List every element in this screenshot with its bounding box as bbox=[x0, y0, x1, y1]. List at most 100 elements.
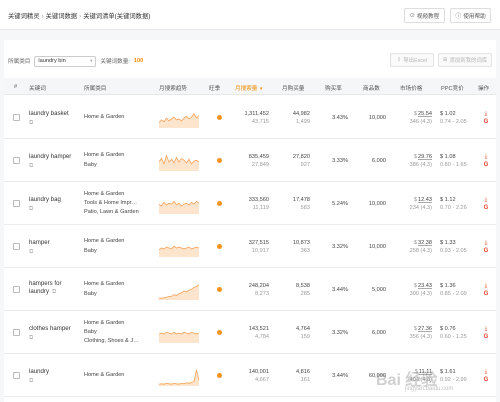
season-indicator bbox=[217, 201, 222, 206]
monthly-purchase-value: 8,538 285 bbox=[282, 282, 310, 298]
download-icon[interactable]: ⤓ bbox=[485, 240, 488, 246]
search-trend-sparkline bbox=[159, 245, 199, 257]
table-header: # 关键词 所属类目 月搜索趋势 旺季 月搜索量 ▼ 月购买量 购买率 商品数 … bbox=[4, 78, 496, 95]
market-price-main: $29.76 bbox=[404, 153, 432, 161]
download-icon[interactable]: ⤓ bbox=[485, 283, 488, 289]
market-price-value[interactable]: 12.43 bbox=[418, 197, 432, 203]
monthly-search-main: 1,311,452 bbox=[244, 110, 269, 117]
breadcrumb-item[interactable]: 关键词精灵 bbox=[8, 13, 39, 20]
video-tutorial-button[interactable]: ⊙ 视频教程 bbox=[404, 8, 445, 23]
search-trend-sparkline bbox=[159, 369, 199, 386]
breadcrumb-item: 关键词清单(关键词数据) bbox=[83, 13, 151, 20]
google-search-icon[interactable]: G bbox=[484, 334, 489, 340]
google-search-icon[interactable]: G bbox=[484, 205, 489, 211]
market-price-value[interactable]: 32.38 bbox=[418, 240, 432, 246]
market-price-value[interactable]: 29.76 bbox=[418, 154, 432, 160]
product-count-value: 6,000 bbox=[372, 329, 386, 336]
category-item: Home & Garden bbox=[84, 319, 125, 326]
breadcrumb-item[interactable]: 关键词数据 bbox=[46, 13, 77, 20]
external-link-icon[interactable]: ⧉ bbox=[29, 335, 33, 342]
ppc-range: 0.93 - 2.05 bbox=[440, 247, 467, 254]
row-checkbox[interactable] bbox=[13, 286, 20, 293]
market-price-value[interactable]: 27.36 bbox=[418, 326, 432, 332]
monthly-search-main: 835,459 bbox=[248, 153, 269, 160]
google-search-icon[interactable]: G bbox=[484, 119, 489, 125]
monthly-purchase-daily: 927 bbox=[300, 161, 310, 168]
filter-bar: 所属类目 laundry bin ▾ 关键词数量: 100 bbox=[8, 55, 143, 67]
category-list: Home & Garden Baby bbox=[84, 280, 124, 298]
col-products[interactable]: 商品数 bbox=[363, 84, 380, 92]
col-ppc[interactable]: PPC竞价 bbox=[441, 84, 464, 92]
google-search-icon[interactable]: G bbox=[484, 291, 489, 297]
row-checkbox[interactable] bbox=[13, 114, 20, 121]
add-to-library-label: 添加到我的词库 bbox=[449, 58, 488, 64]
col-monthly-search[interactable]: 月搜索量 ▼ bbox=[235, 84, 263, 92]
row-checkbox[interactable] bbox=[13, 157, 20, 164]
table-row: laundry hamper ⧉ Home & Garden Baby 835,459 2… bbox=[4, 139, 496, 182]
external-link-icon[interactable]: ⧉ bbox=[29, 249, 33, 256]
row-checkbox[interactable] bbox=[13, 200, 20, 207]
keyword-text: laundry bbox=[29, 367, 49, 375]
row-checkbox[interactable] bbox=[13, 372, 20, 379]
keyword-link[interactable]: laundry bag bbox=[29, 196, 61, 204]
row-actions: ⤓ G bbox=[482, 197, 490, 211]
download-icon[interactable]: ⤓ bbox=[485, 326, 488, 332]
category-item: Home & Garden bbox=[84, 190, 125, 197]
keyword-text: clothes hamper bbox=[29, 324, 71, 332]
external-link-icon[interactable]: ⧉ bbox=[29, 163, 33, 170]
review-count-rating: 234 (4.3) bbox=[409, 204, 432, 211]
purchase-rate-value: 3.44% bbox=[332, 286, 348, 293]
market-price-value[interactable]: 25.54 bbox=[418, 111, 432, 117]
keyword-link[interactable]: laundry hamper bbox=[29, 153, 71, 161]
external-link-icon[interactable]: ⧉ bbox=[29, 206, 33, 213]
market-price-main: $25.54 bbox=[404, 110, 432, 118]
keyword-panel: 所属类目 laundry bin ▾ 关键词数量: 100 ⇪ 导出Excel ⊞ 添加… bbox=[4, 40, 496, 402]
keyword-link[interactable]: laundry basket bbox=[29, 110, 69, 118]
market-price-value[interactable]: 23.43 bbox=[418, 283, 432, 289]
category-list: Home & Garden Baby Clothing, Shoes & J… bbox=[84, 319, 139, 347]
google-search-icon[interactable]: G bbox=[484, 377, 489, 383]
keyword-link[interactable]: hampers for laundry ⧉ bbox=[29, 280, 62, 296]
row-checkbox[interactable] bbox=[13, 329, 20, 336]
category-list: Home & Garden Tools & Home Impr… Patio, La… bbox=[84, 190, 139, 218]
purchase-rate-value: 3.43% bbox=[332, 114, 348, 121]
category-select[interactable]: laundry bin ▾ bbox=[34, 55, 97, 67]
export-icon: ⇪ bbox=[396, 57, 402, 63]
external-link-icon[interactable]: ⧉ bbox=[29, 378, 33, 385]
google-search-icon[interactable]: G bbox=[484, 162, 489, 168]
keyword-text: hamper bbox=[29, 238, 50, 246]
help-button[interactable]: ⓘ 使用帮助 bbox=[450, 8, 491, 23]
download-icon[interactable]: ⤓ bbox=[485, 369, 488, 375]
row-actions: ⤓ G bbox=[482, 240, 490, 254]
google-search-icon[interactable]: G bbox=[484, 248, 489, 254]
external-link-icon[interactable]: ⧉ bbox=[29, 120, 33, 127]
monthly-search-daily: 11,119 bbox=[252, 204, 269, 211]
download-icon[interactable]: ⤓ bbox=[485, 154, 488, 160]
keyword-link[interactable]: hamper bbox=[29, 239, 50, 247]
purchase-rate-value: 5.24% bbox=[332, 200, 348, 207]
monthly-search-daily: 4,784 bbox=[255, 333, 269, 340]
download-icon[interactable]: ⤓ bbox=[485, 111, 488, 117]
add-to-library-button[interactable]: ⊞ 添加到我的词库 bbox=[438, 53, 492, 67]
col-purchase-rate[interactable]: 购买率 bbox=[325, 84, 342, 92]
category-item: Baby bbox=[84, 161, 97, 168]
keyword-link[interactable]: laundry bbox=[29, 368, 49, 376]
col-monthly-purchase[interactable]: 月购买量 bbox=[282, 84, 304, 92]
ppc-range: 0.70 - 2.26 bbox=[440, 204, 467, 211]
monthly-search-value: 248,204 8,273 bbox=[236, 282, 269, 298]
market-price: $25.54 346 (4.3) bbox=[404, 110, 432, 126]
row-checkbox[interactable] bbox=[13, 243, 20, 250]
col-category: 所属类目 bbox=[84, 86, 107, 92]
col-market-price[interactable]: 市场价格 bbox=[400, 84, 422, 92]
download-icon[interactable]: ⤓ bbox=[485, 197, 488, 203]
market-price-main: $23.43 bbox=[404, 282, 432, 290]
product-count-value: 5,000 bbox=[372, 286, 386, 293]
monthly-purchase-value: 4,764 159 bbox=[282, 325, 310, 341]
market-price: $32.38 258 (4.3) bbox=[404, 239, 432, 255]
external-link-icon[interactable]: ⧉ bbox=[52, 289, 56, 295]
purchase-rate-value: 3.32% bbox=[332, 243, 348, 250]
keyword-link[interactable]: clothes hamper bbox=[29, 325, 71, 333]
product-count-value: 10,000 bbox=[368, 243, 386, 250]
export-excel-button[interactable]: ⇪ 导出Excel bbox=[390, 53, 434, 67]
product-count-value: 10,000 bbox=[368, 200, 386, 207]
